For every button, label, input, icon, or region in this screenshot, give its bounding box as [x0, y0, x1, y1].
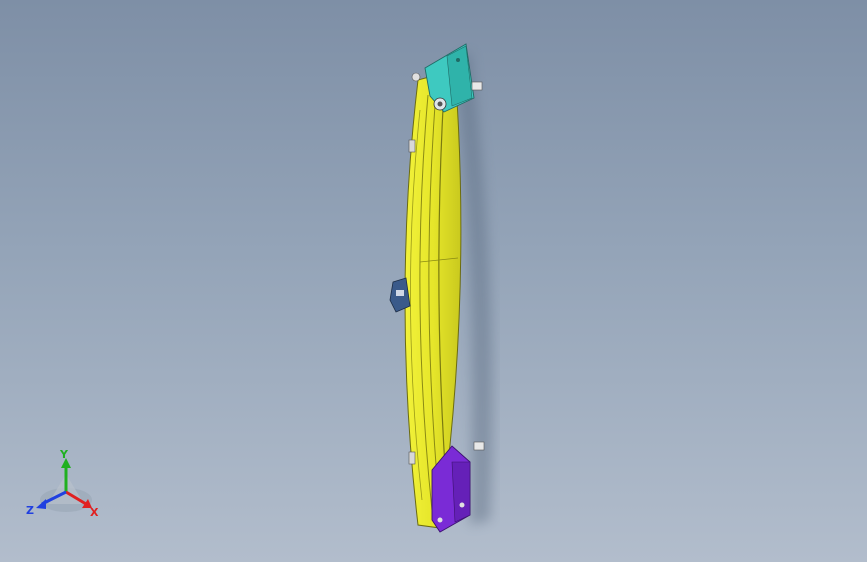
orientation-triad[interactable]: Y X Z	[26, 448, 106, 520]
rail-clip-bottom[interactable]	[408, 451, 416, 465]
cad-viewport[interactable]	[0, 0, 867, 562]
bottom-bracket-hole-2	[459, 502, 465, 508]
y-axis-label: Y	[59, 448, 69, 461]
rail-clip-top[interactable]	[408, 139, 416, 153]
bottom-bracket-hole-1	[437, 517, 443, 523]
top-bracket-hole	[456, 58, 460, 62]
rail-end-cap	[411, 72, 421, 82]
top-bracket-bolt-inner	[437, 101, 443, 107]
z-axis-label: Z	[26, 504, 34, 517]
bottom-tab[interactable]	[473, 441, 485, 451]
bottom-bracket-face	[451, 461, 471, 523]
x-axis-label: X	[90, 506, 99, 519]
top-tab[interactable]	[471, 81, 483, 91]
mid-clip-detail	[396, 290, 404, 296]
